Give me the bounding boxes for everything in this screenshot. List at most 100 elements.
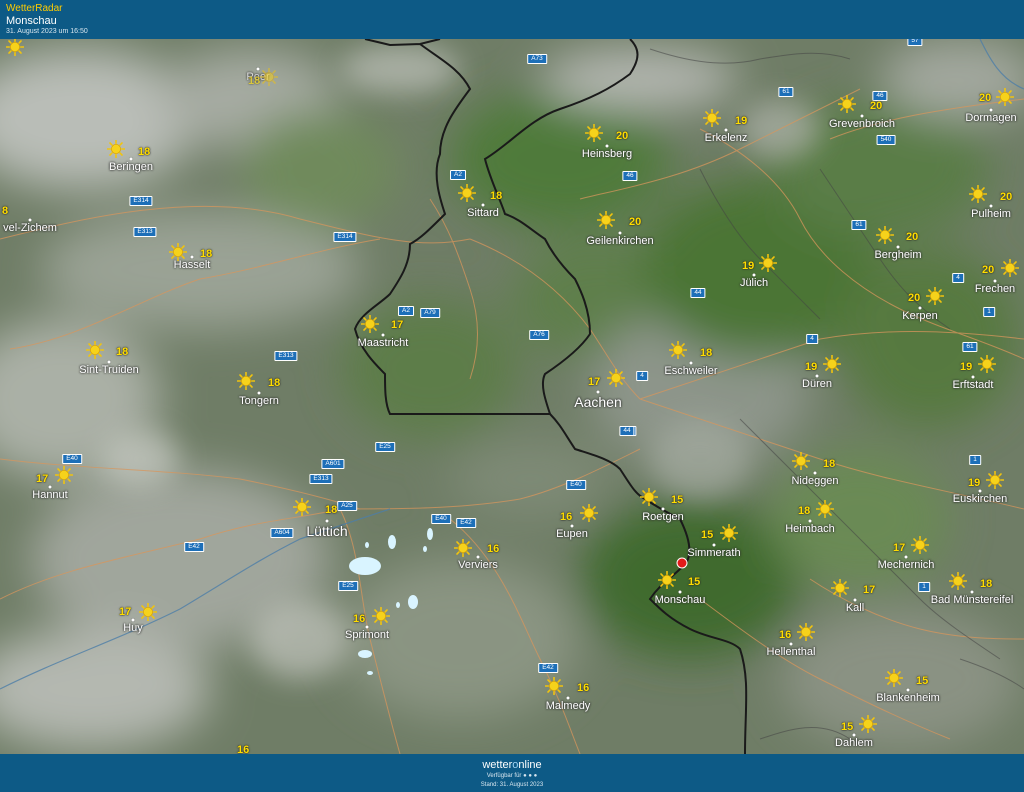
sun-icon: [703, 109, 721, 127]
city-label-eschweiler[interactable]: Eschweiler: [664, 365, 717, 377]
city-label-huy[interactable]: Huy: [123, 622, 143, 634]
city-label-pulheim[interactable]: Pulheim: [971, 208, 1011, 220]
city-label-kall[interactable]: Kall: [846, 602, 864, 614]
road-shield: E40: [62, 454, 82, 464]
road-shield: E40: [431, 514, 451, 524]
road-shield: E313: [274, 351, 298, 361]
temperature-value: 18: [798, 505, 811, 517]
temperature-value: 19: [735, 115, 748, 127]
temperature-value: 17: [863, 584, 876, 596]
city-label-dueren[interactable]: Düren: [802, 378, 832, 390]
city-label-erkelenz[interactable]: Erkelenz: [705, 132, 748, 144]
city-label-erftstadt[interactable]: Erftstadt: [953, 379, 994, 391]
city-label-bad-muenstereifel[interactable]: Bad Münstereifel: [931, 594, 1014, 606]
temperature-value: 18: [490, 190, 503, 202]
available-for-text: Verfügbar für ● ● ●: [486, 773, 538, 779]
road-shield: E25: [338, 581, 358, 591]
app-brand[interactable]: WetterRadar: [6, 3, 63, 14]
road-shield: E42: [538, 663, 558, 673]
city-label-heimbach[interactable]: Heimbach: [785, 523, 835, 535]
stand-text: Stand: 31. August 2023: [480, 782, 544, 788]
temperature-value: 18: [700, 347, 713, 359]
road-shield: A73: [527, 54, 547, 64]
temperature-value: 17: [36, 473, 49, 485]
temperature-value: 16: [487, 543, 500, 555]
city-label-verviers[interactable]: Verviers: [458, 559, 498, 571]
road-shield: 1: [918, 582, 930, 592]
city-label-kerpen[interactable]: Kerpen: [902, 310, 937, 322]
city-label-euskirchen[interactable]: Euskirchen: [953, 493, 1007, 505]
sun-icon: [293, 498, 311, 516]
sun-icon: [454, 539, 472, 557]
temperature-value: 16: [353, 613, 366, 625]
temperature-value: 16: [237, 744, 250, 754]
city-label-sittard[interactable]: Sittard: [467, 207, 499, 219]
city-label-luettich[interactable]: Lüttich: [306, 523, 347, 539]
location-pin-icon[interactable]: [676, 557, 688, 569]
city-label-mechernich[interactable]: Mechernich: [878, 559, 935, 571]
temperature-value: 19: [805, 361, 818, 373]
city-label-hannut[interactable]: Hannut: [32, 489, 67, 501]
temperature-value: 19: [960, 361, 973, 373]
road-shield: 1: [969, 455, 981, 465]
road-shield: 57: [907, 39, 923, 46]
city-label-nideggen[interactable]: Nideggen: [791, 475, 838, 487]
sun-icon: [949, 572, 967, 590]
city-label-tongern[interactable]: Tongern: [239, 395, 279, 407]
temperature-value: 18: [823, 458, 836, 470]
city-label-geilenkirchen[interactable]: Geilenkirchen: [586, 235, 653, 247]
temperature-value: 20: [1000, 191, 1013, 203]
city-label-frechen[interactable]: Frechen: [975, 283, 1015, 295]
road-shield: 44: [690, 288, 706, 298]
temperature-value: 18: [138, 146, 151, 158]
city-label-sint-truiden[interactable]: Sint-Truiden: [79, 364, 139, 376]
city-label-sprimont[interactable]: Sprimont: [345, 629, 389, 641]
road-shield: E314: [129, 196, 153, 206]
road-shield: 61: [778, 87, 794, 97]
sun-icon: [792, 452, 810, 470]
road-shield: A76: [529, 330, 549, 340]
sun-icon: [237, 372, 255, 390]
city-label-dormagen[interactable]: Dormagen: [965, 112, 1016, 124]
weather-map[interactable]: A73 A2 E314 E313 E314 A2 A79 A76 E313 E25 A601 E40 E…: [0, 39, 1024, 754]
city-label-grevenbroich[interactable]: Grevenbroich: [829, 118, 895, 130]
city-label-aachen[interactable]: Aachen: [574, 394, 621, 410]
city-label-bergheim[interactable]: Bergheim: [874, 249, 921, 261]
road-shield: 4: [952, 273, 964, 283]
sun-icon: [996, 88, 1014, 106]
temperature-value: 16: [560, 511, 573, 523]
city-label-beringen[interactable]: Beringen: [109, 161, 153, 173]
city-label-hellenthal[interactable]: Hellenthal: [767, 646, 816, 658]
wetteronline-logo[interactable]: wetteronline: [0, 759, 1024, 771]
road-shield: 61: [851, 220, 867, 230]
sun-icon: [545, 677, 563, 695]
sun-icon: [720, 524, 738, 542]
city-label-roetgen[interactable]: Roetgen: [642, 511, 684, 523]
map-background: [0, 39, 1024, 754]
city-label-monschau[interactable]: Monschau: [655, 594, 706, 606]
city-label-malmedy[interactable]: Malmedy: [546, 700, 591, 712]
city-label-zichem[interactable]: vel-Zichem: [3, 222, 57, 234]
city-label-eupen[interactable]: Eupen: [556, 528, 588, 540]
sun-icon: [926, 287, 944, 305]
road-shield: 4: [806, 334, 818, 344]
road-shield: 4: [636, 371, 648, 381]
city-label-simmerath[interactable]: Simmerath: [687, 547, 740, 559]
city-label-maastricht[interactable]: Maastricht: [358, 337, 409, 349]
city-label-heinsberg[interactable]: Heinsberg: [582, 148, 632, 160]
road-shield: E40: [566, 480, 586, 490]
road-shield: E42: [184, 542, 204, 552]
city-label-juelich[interactable]: Jülich: [740, 277, 768, 289]
footer-bar: wetteronline Verfügbar für ● ● ● Stand: …: [0, 754, 1024, 792]
city-label-dahlem[interactable]: Dahlem: [835, 737, 873, 749]
sun-icon: [911, 536, 929, 554]
sun-icon: [669, 341, 687, 359]
temperature-value: 18: [980, 578, 993, 590]
city-label-blankenheim[interactable]: Blankenheim: [876, 692, 940, 704]
temperature-value: 15: [688, 576, 701, 588]
sun-icon: [372, 607, 390, 625]
logo-part: nline: [518, 759, 542, 771]
temperature-value: 16: [779, 629, 792, 641]
sun-icon: [458, 184, 476, 202]
temperature-value: 8: [2, 205, 9, 217]
